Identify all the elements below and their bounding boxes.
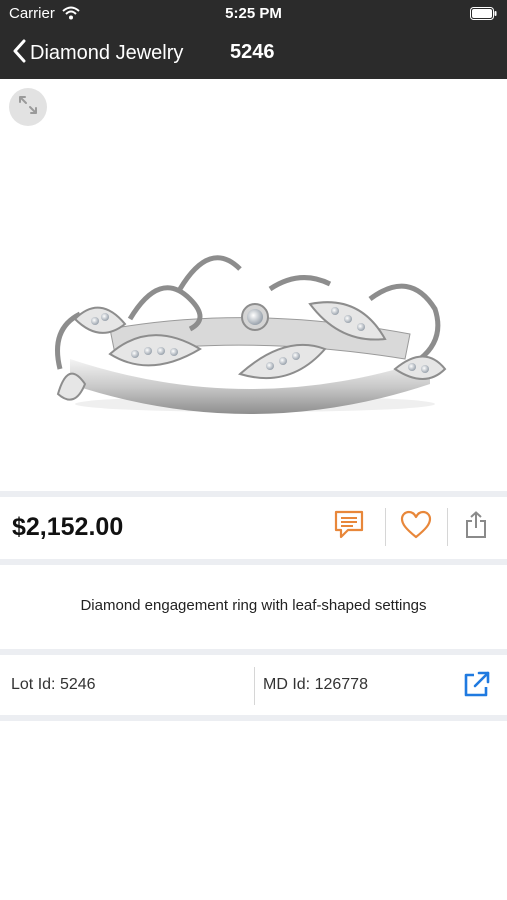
lot-id-value: 5246 <box>59 676 96 693</box>
product-image <box>55 255 447 414</box>
md-id-label: MD Id: <box>263 676 311 693</box>
back-button[interactable]: Diamond Jewelry <box>12 38 183 68</box>
md-id: MD Id: 126778 <box>263 676 368 694</box>
share-button[interactable] <box>455 507 497 547</box>
battery-icon <box>470 7 497 24</box>
action-separator <box>385 508 386 546</box>
lot-id-label: Lot Id: <box>11 676 56 693</box>
external-link-button[interactable] <box>458 669 494 705</box>
heart-icon <box>400 510 432 545</box>
price-label: $2,152.00 <box>12 513 124 541</box>
lot-id: Lot Id: 5246 <box>11 676 96 694</box>
description-row: Diamond engagement ring with leaf-shaped… <box>0 565 507 649</box>
navigation-bar: Diamond Jewelry 5246 <box>0 28 507 79</box>
ids-row: Lot Id: 5246 MD Id: 126778 <box>0 655 507 715</box>
favorite-button[interactable] <box>395 507 437 547</box>
price-row: $2,152.00 <box>0 497 507 559</box>
status-time: 5:25 PM <box>225 5 282 22</box>
id-separator <box>254 667 255 705</box>
status-bar: Carrier 5:25 PM <box>0 0 507 28</box>
external-link-icon <box>461 670 491 705</box>
message-icon <box>332 509 366 546</box>
share-icon <box>464 510 488 544</box>
chevron-left-icon <box>12 39 26 68</box>
section-divider <box>0 715 507 721</box>
product-image-area <box>0 79 507 491</box>
message-button[interactable] <box>328 507 370 547</box>
action-separator <box>447 508 448 546</box>
md-id-value: 126778 <box>314 676 368 693</box>
page-title: 5246 <box>230 41 275 63</box>
back-button-label: Diamond Jewelry <box>30 41 184 64</box>
expand-button[interactable] <box>9 88 47 126</box>
product-description: Diamond engagement ring with leaf-shaped… <box>80 597 427 614</box>
expand-icon <box>16 93 40 122</box>
